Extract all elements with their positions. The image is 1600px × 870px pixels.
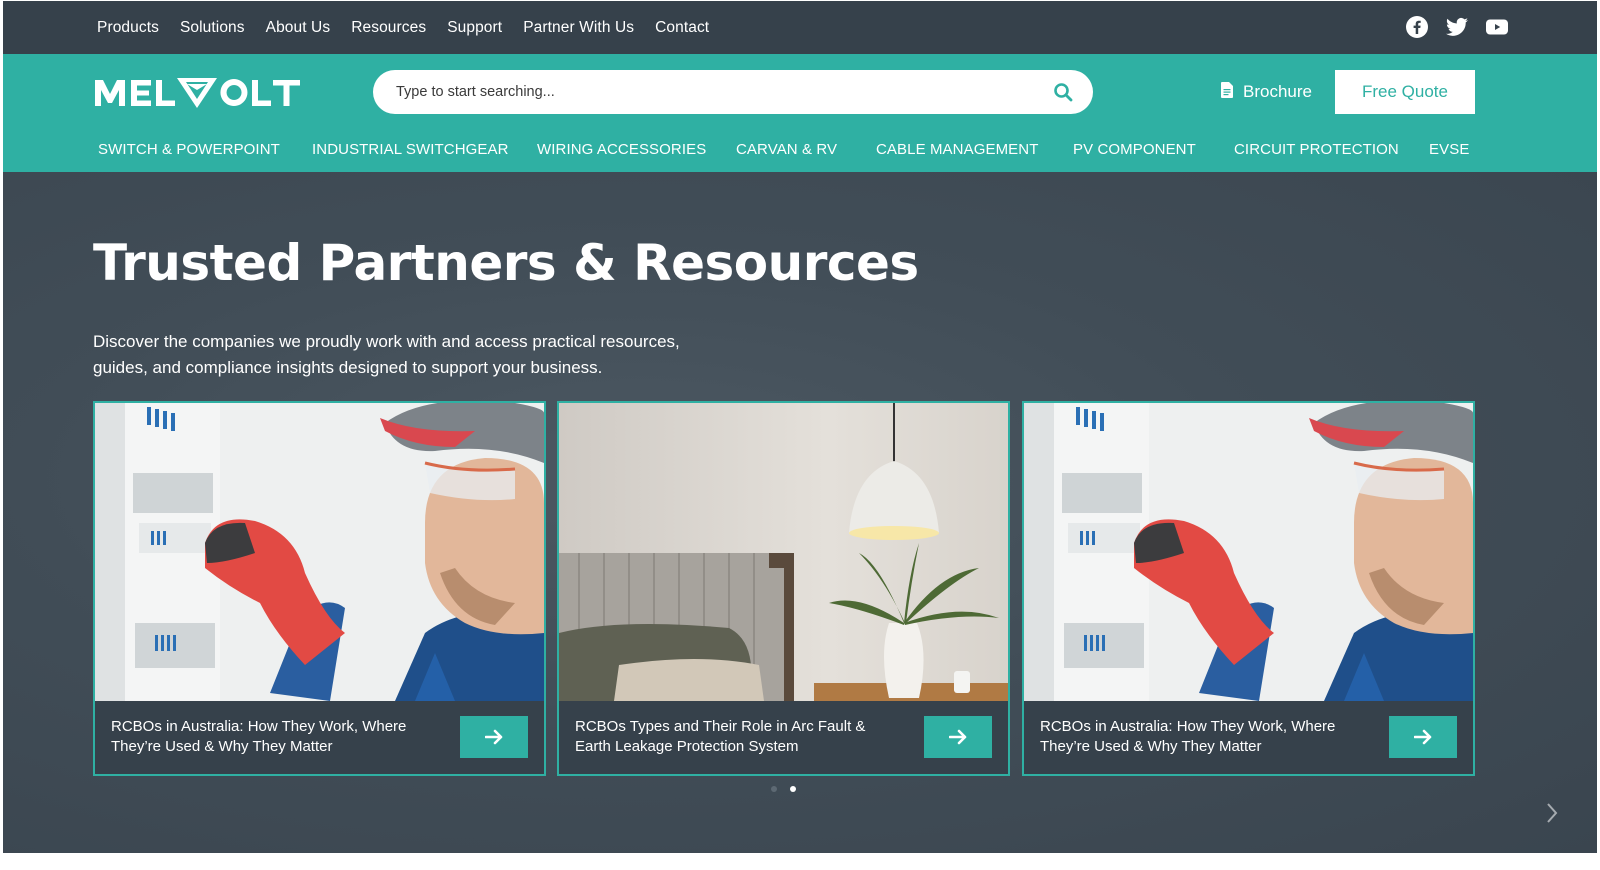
document-icon bbox=[1221, 81, 1233, 103]
card-arrow-button[interactable] bbox=[460, 716, 528, 758]
hero-description-line-2: guides, and compliance insights designed… bbox=[93, 358, 603, 377]
card-arrow-button[interactable] bbox=[924, 716, 992, 758]
youtube-icon[interactable] bbox=[1485, 15, 1509, 39]
melvolt-logo[interactable] bbox=[93, 72, 303, 112]
card-title[interactable]: RCBOs in Australia: How They Work, Where… bbox=[1040, 717, 1360, 757]
card-title[interactable]: RCBOs Types and Their Role in Arc Fault … bbox=[575, 717, 895, 757]
category-carvan-rv[interactable]: CARVAN & RV bbox=[736, 141, 837, 158]
carousel-dot[interactable] bbox=[771, 786, 777, 792]
card-footer: RCBOs in Australia: How They Work, Where… bbox=[95, 701, 544, 774]
bedroom-lamp-photo bbox=[559, 403, 1008, 701]
free-quote-button[interactable]: Free Quote bbox=[1335, 70, 1475, 114]
category-evse[interactable]: EVSE bbox=[1429, 141, 1469, 158]
topnav-partner-with-us[interactable]: Partner With Us bbox=[523, 19, 634, 37]
hero-description: Discover the companies we proudly work w… bbox=[93, 329, 733, 381]
resource-card[interactable]: RCBOs Types and Their Role in Arc Fault … bbox=[557, 401, 1010, 776]
category-cable-management[interactable]: CABLE MANAGEMENT bbox=[876, 141, 1038, 158]
facebook-icon[interactable] bbox=[1405, 15, 1429, 39]
logo-mark bbox=[95, 78, 300, 108]
category-wiring-accessories[interactable]: WIRING ACCESSORIES bbox=[537, 141, 706, 158]
topnav-contact[interactable]: Contact bbox=[655, 19, 709, 37]
arrow-right-icon bbox=[949, 729, 967, 745]
main-header: Brochure Free Quote SWITCH & POWERPOINT … bbox=[3, 54, 1597, 172]
card-footer: RCBOs Types and Their Role in Arc Fault … bbox=[559, 701, 1008, 774]
twitter-icon[interactable] bbox=[1445, 15, 1469, 39]
resource-carousel: RCBOs in Australia: How They Work, Where… bbox=[93, 401, 1558, 823]
hero-description-line-1: Discover the companies we proudly work w… bbox=[93, 332, 680, 351]
search-bar bbox=[373, 70, 1093, 114]
category-circuit-protection[interactable]: CIRCUIT PROTECTION bbox=[1234, 141, 1399, 158]
hero-title: Trusted Partners & Resources bbox=[93, 234, 919, 292]
card-title[interactable]: RCBOs in Australia: How They Work, Where… bbox=[111, 717, 431, 757]
search-input[interactable] bbox=[396, 84, 1053, 100]
search-icon[interactable] bbox=[1053, 82, 1073, 102]
category-nav: SWITCH & POWERPOINT INDUSTRIAL SWITCHGEA… bbox=[3, 141, 1597, 163]
social-links bbox=[1405, 15, 1509, 39]
page-frame: Products Solutions About Us Resources Su… bbox=[3, 1, 1597, 853]
arrow-right-icon bbox=[485, 729, 503, 745]
topnav-about-us[interactable]: About Us bbox=[266, 19, 331, 37]
topnav-products[interactable]: Products bbox=[97, 19, 159, 37]
electrician-photo bbox=[1024, 403, 1473, 701]
resource-card[interactable]: RCBOs in Australia: How They Work, Where… bbox=[93, 401, 546, 776]
top-bar: Products Solutions About Us Resources Su… bbox=[3, 1, 1597, 54]
card-arrow-button[interactable] bbox=[1389, 716, 1457, 758]
category-industrial-switchgear[interactable]: INDUSTRIAL SWITCHGEAR bbox=[312, 141, 509, 158]
carousel-next-icon[interactable] bbox=[1545, 801, 1559, 825]
topnav-resources[interactable]: Resources bbox=[351, 19, 426, 37]
topnav-support[interactable]: Support bbox=[447, 19, 502, 37]
category-pv-component[interactable]: PV COMPONENT bbox=[1073, 141, 1196, 158]
resource-card[interactable]: RCBOs in Australia: How They Work, Where… bbox=[1022, 401, 1475, 776]
carousel-dots bbox=[771, 786, 796, 792]
card-footer: RCBOs in Australia: How They Work, Where… bbox=[1024, 701, 1473, 774]
arrow-right-icon bbox=[1414, 729, 1432, 745]
top-nav: Products Solutions About Us Resources Su… bbox=[97, 1, 730, 54]
electrician-photo bbox=[95, 403, 544, 701]
brochure-link[interactable]: Brochure bbox=[1221, 70, 1312, 114]
brochure-label: Brochure bbox=[1243, 82, 1312, 101]
category-switch-powerpoint[interactable]: SWITCH & POWERPOINT bbox=[98, 141, 280, 158]
hero-section: Trusted Partners & Resources Discover th… bbox=[3, 172, 1597, 853]
carousel-dot-active[interactable] bbox=[790, 786, 796, 792]
topnav-solutions[interactable]: Solutions bbox=[180, 19, 245, 37]
